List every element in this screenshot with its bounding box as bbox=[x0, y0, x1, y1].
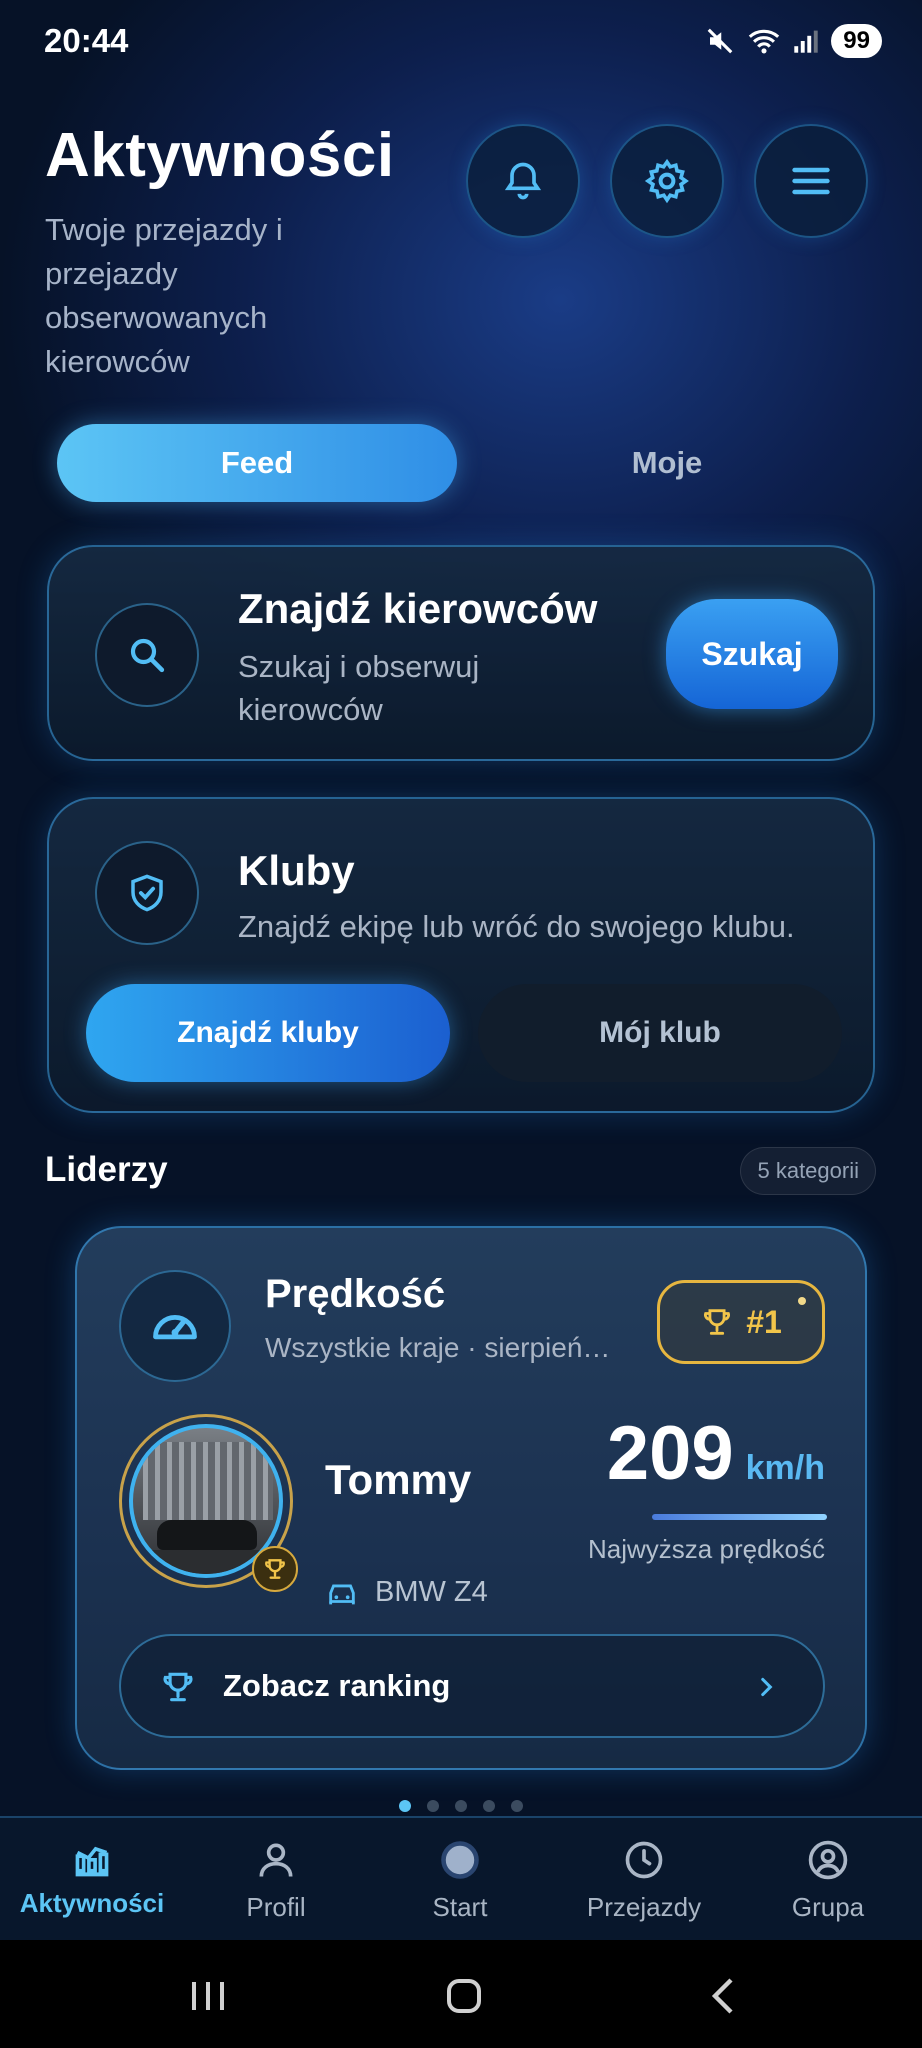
speed-caption: Najwyższa prędkość bbox=[588, 1534, 825, 1564]
pager-dot[interactable] bbox=[455, 1800, 467, 1812]
driver-car-label: BMW Z4 bbox=[375, 1576, 488, 1608]
mute-icon bbox=[707, 28, 733, 54]
recent-apps-icon[interactable] bbox=[188, 1978, 228, 2014]
battery-indicator: 99 bbox=[831, 24, 882, 58]
avatar-trophy-badge bbox=[252, 1546, 298, 1592]
group-icon bbox=[808, 1840, 848, 1880]
search-icon bbox=[130, 638, 165, 673]
find-drivers-title: Znajdź kierowców bbox=[238, 585, 598, 632]
nav-item-profil[interactable]: Profil bbox=[184, 1838, 368, 1934]
rank-dot bbox=[798, 1297, 806, 1305]
leader-category: Prędkość bbox=[265, 1272, 446, 1316]
search-drivers-button[interactable]: Szukaj bbox=[666, 599, 838, 709]
menu-button[interactable] bbox=[754, 124, 868, 238]
find-drivers-card: Znajdź kierowców Szukaj i obserwuj kiero… bbox=[47, 545, 875, 761]
tab-feed[interactable]: Feed bbox=[57, 424, 457, 502]
my-club-button[interactable]: Mój klub bbox=[478, 984, 842, 1082]
start-dot-icon bbox=[441, 1841, 479, 1879]
categories-badge: 5 kategorii bbox=[740, 1147, 876, 1195]
trophy-icon bbox=[163, 1672, 193, 1702]
clubs-subtitle: Znajdź ekipę lub wróć do swojego klubu. bbox=[238, 909, 795, 944]
bottom-nav: Aktywności Profil Start Przejazdy Grupa bbox=[0, 1816, 922, 1940]
nav-label-przejazdy: Przejazdy bbox=[586, 1892, 702, 1922]
page-subtitle: Twoje przejazdy i przejazdy obserwowanyc… bbox=[45, 212, 283, 379]
trophy-icon bbox=[704, 1309, 731, 1335]
chevron-right-icon bbox=[761, 1677, 773, 1697]
nav-item-start[interactable]: Start bbox=[368, 1838, 552, 1934]
see-ranking-button[interactable]: Zobacz ranking bbox=[119, 1634, 825, 1738]
status-bar: 20:44 99 bbox=[0, 0, 922, 86]
nav-item-przejazdy[interactable]: Przejazdy bbox=[552, 1838, 736, 1934]
pager-dot[interactable] bbox=[483, 1800, 495, 1812]
chart-icon bbox=[75, 1846, 109, 1877]
speed-bar bbox=[652, 1514, 827, 1520]
see-ranking-label: Zobacz ranking bbox=[223, 1668, 451, 1703]
wifi-icon bbox=[749, 29, 780, 54]
notifications-button[interactable] bbox=[466, 124, 580, 238]
rank-badge: #1 bbox=[657, 1280, 825, 1364]
system-nav-bar bbox=[0, 1940, 922, 2048]
back-icon[interactable] bbox=[706, 1976, 740, 2016]
nav-item-grupa[interactable]: Grupa bbox=[736, 1838, 920, 1934]
speed-bar-fill bbox=[652, 1514, 827, 1520]
nav-label-aktywnosci: Aktywności bbox=[19, 1888, 165, 1918]
leaders-title: Liderzy bbox=[45, 1150, 168, 1189]
speedometer-icon bbox=[153, 1315, 197, 1340]
car-icon bbox=[329, 1584, 355, 1604]
pager-dot[interactable] bbox=[427, 1800, 439, 1812]
driver-name: Tommy bbox=[325, 1456, 472, 1503]
status-time: 20:44 bbox=[44, 22, 129, 59]
leaders-pager bbox=[0, 1800, 922, 1812]
clubs-title: Kluby bbox=[238, 847, 355, 894]
rank-label: #1 bbox=[746, 1303, 782, 1340]
nav-item-aktywnosci[interactable]: Aktywności bbox=[0, 1838, 184, 1934]
home-icon[interactable] bbox=[444, 1976, 484, 2016]
settings-button[interactable] bbox=[610, 124, 724, 238]
find-clubs-button[interactable]: Znajdź kluby bbox=[86, 984, 450, 1082]
clubs-card: Kluby Znajdź ekipę lub wróć do swojego k… bbox=[47, 797, 875, 1113]
feed-tabs: Feed Moje bbox=[57, 424, 865, 502]
speedometer-icon-circle bbox=[119, 1270, 231, 1382]
leader-filter: Wszystkie kraje · sierpień… bbox=[265, 1332, 611, 1363]
leader-card[interactable]: Prędkość Wszystkie kraje · sierpień… #1 … bbox=[75, 1226, 867, 1770]
nav-label-start: Start bbox=[432, 1892, 488, 1922]
pager-dot[interactable] bbox=[511, 1800, 523, 1812]
trophy-icon bbox=[265, 1559, 285, 1579]
nav-label-grupa: Grupa bbox=[791, 1892, 865, 1922]
signal-icon bbox=[794, 30, 818, 53]
gear-icon bbox=[644, 158, 689, 204]
status-icons: 99 bbox=[705, 24, 882, 58]
bell-icon bbox=[504, 162, 542, 200]
speed-unit: km/h bbox=[745, 1449, 825, 1487]
driver-car: BMW Z4 bbox=[325, 1576, 488, 1609]
person-icon bbox=[259, 1843, 293, 1877]
find-drivers-subtitle: Szukaj i obserwuj kierowców bbox=[238, 649, 480, 727]
hamburger-icon bbox=[792, 167, 830, 195]
page-title: Aktywności bbox=[45, 121, 395, 190]
clock-icon bbox=[625, 1841, 663, 1879]
tab-moje[interactable]: Moje bbox=[467, 424, 867, 502]
pager-dot[interactable] bbox=[399, 1800, 411, 1812]
shield-icon bbox=[131, 874, 163, 912]
speed-value: 209 km/h bbox=[607, 1410, 825, 1497]
speed-number: 209 bbox=[606, 1411, 734, 1496]
search-icon-circle bbox=[95, 603, 199, 707]
shield-icon-circle bbox=[95, 841, 199, 945]
nav-label-profil: Profil bbox=[246, 1892, 306, 1922]
